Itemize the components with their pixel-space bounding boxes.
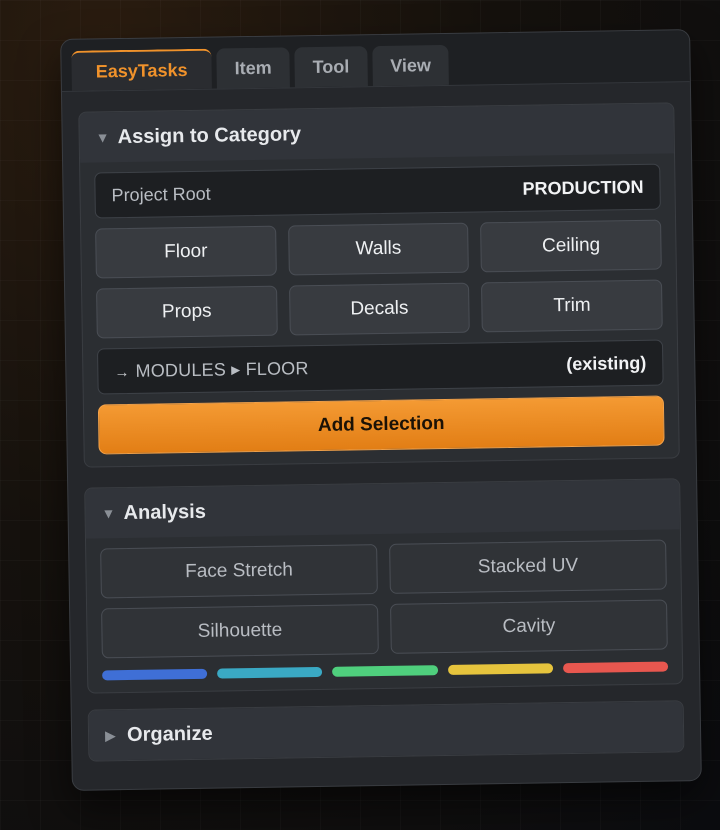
assign-section: ▼ Assign to Category Project Root PRODUC… xyxy=(78,102,680,468)
easytasks-panel: EasyTasks Item Tool View ▼ Assign to Cat… xyxy=(60,29,702,791)
tab-tool[interactable]: Tool xyxy=(294,46,368,88)
cavity-button[interactable]: Cavity xyxy=(390,599,668,654)
path-status: (existing) xyxy=(566,352,647,374)
chevron-right-icon: ▶ xyxy=(104,726,116,743)
stacked-uv-button[interactable]: Stacked UV xyxy=(389,539,667,594)
organize-section: ▶ Organize xyxy=(87,700,685,762)
target-path-field: → MODULES ▸ FLOOR (existing) xyxy=(96,339,664,395)
project-root-field[interactable]: Project Root PRODUCTION xyxy=(94,163,661,219)
tab-bar: EasyTasks Item Tool View xyxy=(61,30,690,92)
category-ceiling-button[interactable]: Ceiling xyxy=(480,219,662,273)
tab-item[interactable]: Item xyxy=(216,47,290,89)
category-floor-button[interactable]: Floor xyxy=(95,225,277,279)
project-root-value: PRODUCTION xyxy=(522,176,644,199)
tab-easytasks[interactable]: EasyTasks xyxy=(71,48,212,91)
category-decals-button[interactable]: Decals xyxy=(288,282,471,336)
category-walls-button[interactable]: Walls xyxy=(287,222,470,276)
color-swatch-red[interactable] xyxy=(562,661,669,674)
arrow-right-icon: → xyxy=(114,363,130,381)
chevron-down-icon: ▼ xyxy=(101,505,116,522)
analysis-section: ▼ Analysis Face Stretch Stacked UV Silho… xyxy=(84,478,684,694)
category-trim-button[interactable]: Trim xyxy=(481,279,663,333)
color-swatch-cyan[interactable] xyxy=(217,666,323,679)
organize-section-header[interactable]: ▶ Organize xyxy=(88,701,684,761)
project-root-label: Project Root xyxy=(111,183,211,205)
category-props-button[interactable]: Props xyxy=(96,285,278,339)
chevron-down-icon: ▼ xyxy=(95,129,110,146)
face-stretch-button[interactable]: Face Stretch xyxy=(100,544,378,599)
color-swatch-blue[interactable] xyxy=(102,668,208,681)
analysis-grid: Face Stretch Stacked UV Silhouette Cavit… xyxy=(100,539,668,659)
add-selection-button[interactable]: Add Selection xyxy=(97,395,665,455)
tab-view[interactable]: View xyxy=(371,44,450,87)
target-path: MODULES ▸ FLOOR xyxy=(135,357,309,381)
category-grid: Floor Walls Ceiling Props Decals Trim xyxy=(95,219,663,339)
color-swatches xyxy=(102,661,669,681)
color-swatch-green[interactable] xyxy=(332,665,438,677)
organize-section-title: Organize xyxy=(126,722,213,746)
silhouette-button[interactable]: Silhouette xyxy=(101,604,379,659)
color-swatch-yellow[interactable] xyxy=(447,663,553,675)
assign-section-title: Assign to Category xyxy=(117,122,302,148)
analysis-section-title: Analysis xyxy=(123,500,207,524)
